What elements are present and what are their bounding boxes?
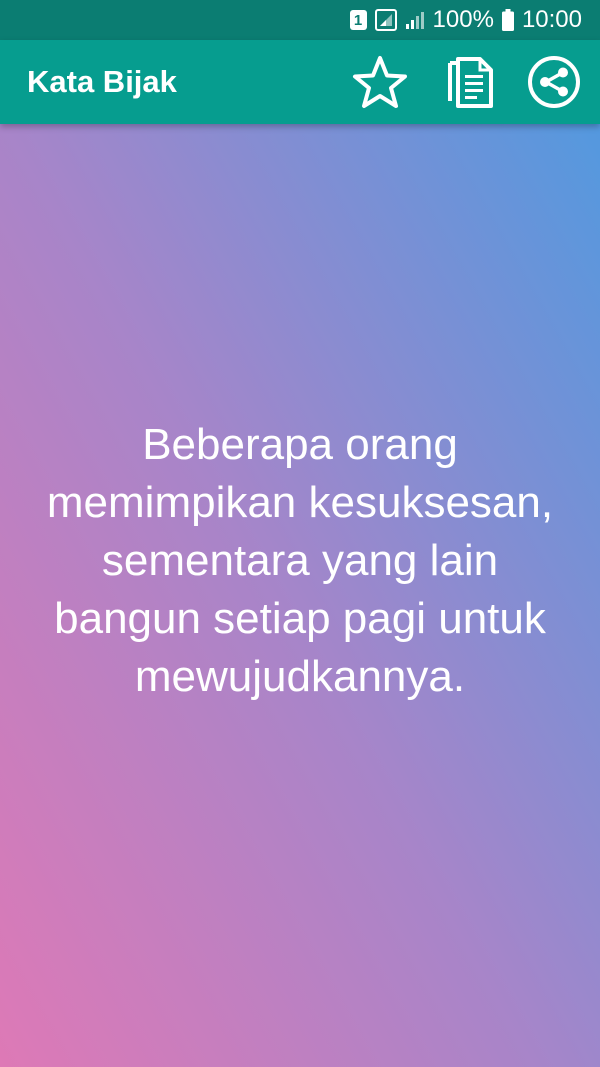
quote-text: Beberapa orang memimpikan kesuksesan, se… [46,419,554,701]
star-outline-icon [353,56,407,108]
signal-strength-icon [405,10,425,30]
status-bar: 1 100% 10:00 [0,0,600,40]
battery-icon [501,9,514,31]
app-title: Kata Bijak [27,64,177,99]
battery-percent: 100% [432,6,494,33]
sim-slot-badge: 1 [349,10,367,30]
sim-signal-icon [374,9,397,31]
share-button[interactable] [524,52,584,112]
share-icon [528,56,580,108]
quote-area: Beberapa orang memimpikan kesuksesan, se… [0,124,600,1067]
screen: 1 100% 10:00 Kata Bijak Beberapa orang m… [0,0,600,1067]
copy-document-icon [448,57,493,108]
favorite-button[interactable] [350,52,410,112]
copy-button[interactable] [440,52,500,112]
app-bar: Kata Bijak [0,40,600,124]
sim-icon: 1 [349,10,367,30]
clock: 10:00 [521,6,582,33]
app-actions [350,40,600,124]
